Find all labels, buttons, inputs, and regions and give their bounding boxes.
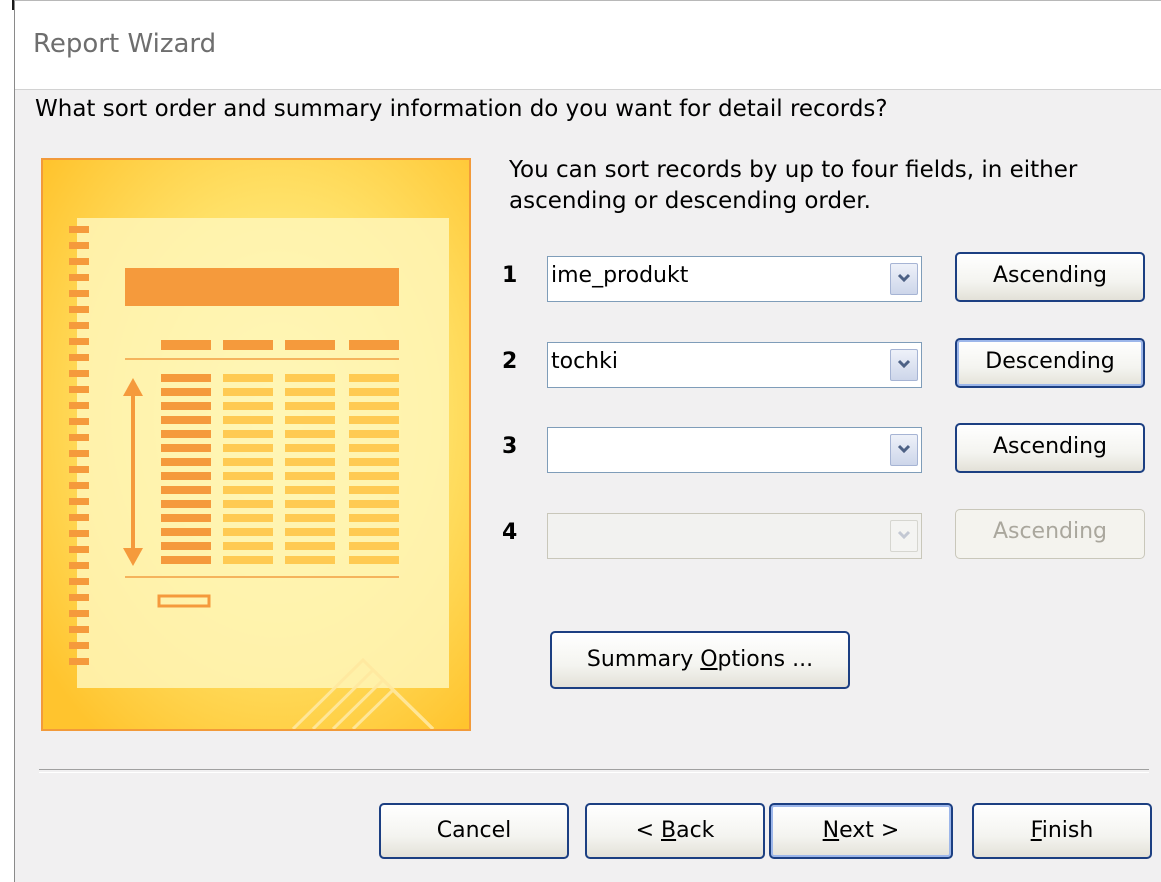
sort-row-number-4: 4	[502, 520, 518, 545]
report-preview-illustration	[41, 158, 471, 731]
cancel-button[interactable]: Cancel	[379, 803, 569, 859]
dropdown-arrow-icon[interactable]	[890, 434, 918, 466]
wizard-question: What sort order and summary information …	[35, 96, 888, 122]
back-button[interactable]: < Back	[585, 803, 765, 859]
dropdown-arrow-icon[interactable]	[890, 263, 918, 295]
sort-order-1-button[interactable]: Ascending	[955, 252, 1145, 302]
summary-options-accel: O	[700, 647, 718, 672]
sort-row-number-3: 3	[502, 434, 518, 459]
finish-button[interactable]: Finish	[972, 803, 1152, 859]
sort-order-2-button[interactable]: Descending	[955, 338, 1145, 388]
sort-field-2-combobox[interactable]: tochki	[547, 342, 922, 388]
sort-order-4-button: Ascending	[955, 509, 1145, 559]
sort-field-4-combobox	[547, 513, 922, 559]
dropdown-arrow-icon[interactable]	[890, 349, 918, 381]
next-accel: N	[822, 818, 840, 843]
sort-field-1-combobox[interactable]: ime_produkt	[547, 256, 922, 302]
sort-row-number-2: 2	[502, 349, 518, 374]
instructions-text: You can sort records by up to four field…	[509, 157, 1078, 214]
report-preview-graphic	[43, 160, 469, 729]
sort-row-number-1: 1	[502, 263, 518, 288]
window-title: Report Wizard	[33, 29, 217, 59]
next-button[interactable]: Next >	[769, 803, 953, 859]
finish-label-suffix: inish	[1041, 818, 1094, 843]
summary-options-button[interactable]: Summary Options ...	[550, 631, 850, 689]
summary-options-label-prefix: Summary	[586, 647, 701, 672]
back-label-prefix: <	[635, 818, 661, 843]
sort-field-1-value: ime_produkt	[551, 263, 689, 288]
next-label-suffix: ext >	[839, 818, 900, 843]
back-label-suffix: ack	[676, 818, 715, 843]
report-wizard-dialog: Report Wizard What sort order and summar…	[14, 0, 1161, 882]
dropdown-arrow-icon	[890, 520, 918, 552]
summary-options-label-suffix: ptions ...	[717, 647, 814, 672]
sort-order-3-button[interactable]: Ascending	[955, 423, 1145, 473]
finish-accel: F	[1030, 818, 1042, 843]
sort-field-3-combobox[interactable]	[547, 427, 922, 473]
title-bar: Report Wizard	[15, 1, 1161, 90]
sort-field-2-value: tochki	[551, 349, 618, 374]
footer-separator	[39, 769, 1149, 773]
back-accel: B	[661, 818, 677, 843]
